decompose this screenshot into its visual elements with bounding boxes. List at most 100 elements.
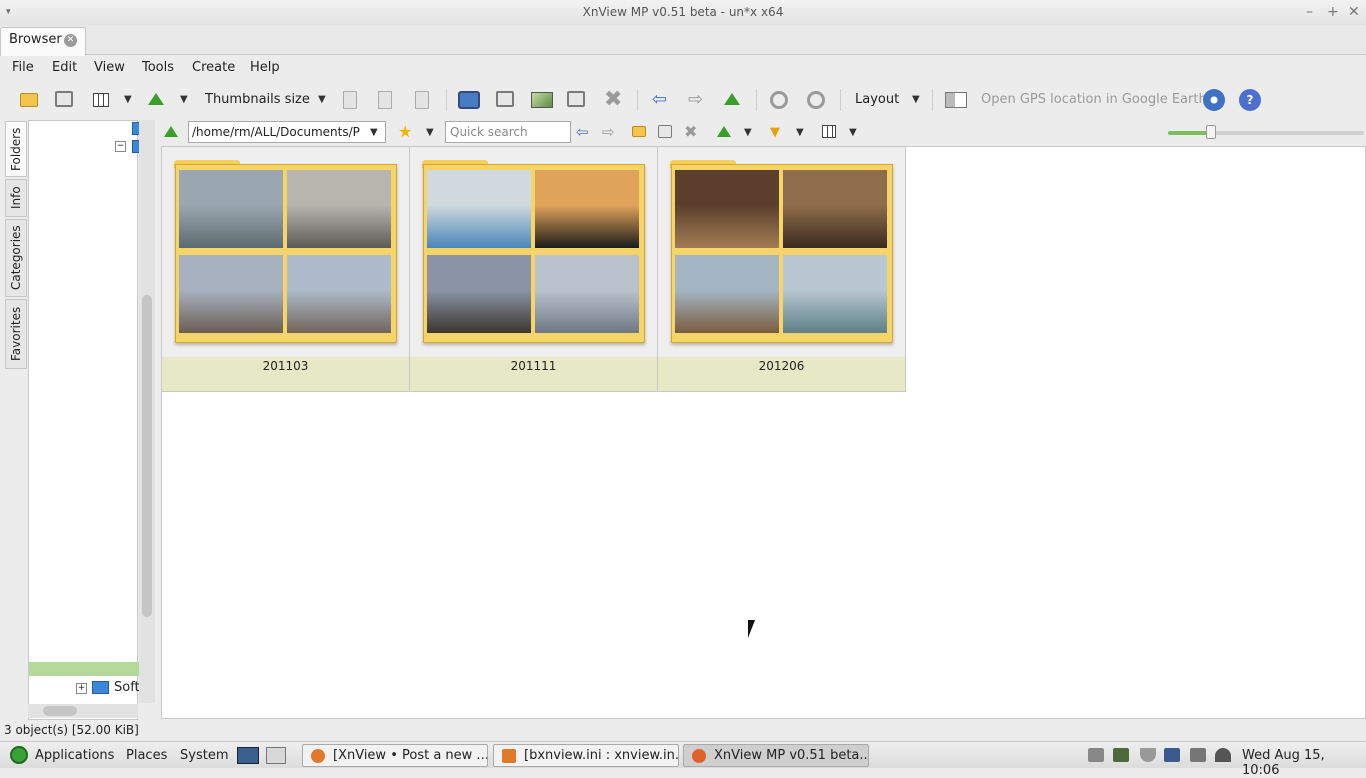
- shield-icon[interactable]: [1140, 748, 1156, 762]
- wifi-icon[interactable]: [1215, 748, 1231, 762]
- favorite-dropdown-icon[interactable]: ▼: [426, 127, 434, 138]
- taskbar-item[interactable]: [bxnview.ini : xnview.in...: [493, 744, 679, 767]
- view-mode-icon[interactable]: [822, 125, 836, 138]
- delete-icon[interactable]: ✖: [684, 123, 697, 141]
- taskbar-item[interactable]: XnView MP v0.51 beta...: [683, 744, 869, 767]
- close-tab-icon[interactable]: ✕: [64, 34, 77, 47]
- launcher-icon[interactable]: [266, 747, 286, 764]
- settings-gear-icon[interactable]: [1203, 89, 1225, 111]
- forward-icon[interactable]: ⇨: [688, 91, 703, 109]
- layout-button[interactable]: Layout: [855, 92, 899, 107]
- copy-icon[interactable]: [343, 91, 357, 109]
- tab-categories[interactable]: Categories: [5, 219, 27, 297]
- refresh-icon[interactable]: [164, 126, 178, 137]
- view-mode-dropdown-icon[interactable]: ▼: [124, 94, 132, 105]
- window-menu-icon[interactable]: ▾: [6, 0, 11, 24]
- maximize-icon[interactable]: +: [1327, 0, 1339, 24]
- folder-tree-hscroll[interactable]: [28, 704, 138, 718]
- capture-icon[interactable]: [458, 91, 480, 109]
- volume-icon[interactable]: [1190, 748, 1206, 762]
- collapse-icon[interactable]: −: [115, 141, 126, 152]
- menu-file[interactable]: File: [12, 60, 34, 75]
- folder-thumbnail[interactable]: 201111: [410, 147, 658, 392]
- ibus-icon[interactable]: [1164, 748, 1180, 762]
- folder-name: 201111: [510, 359, 557, 373]
- rotate-right-icon[interactable]: [807, 91, 825, 109]
- new-folder-icon[interactable]: [20, 93, 38, 107]
- edit-icon[interactable]: [658, 125, 672, 138]
- folder-tree-item[interactable]: Soft: [114, 680, 140, 695]
- folder-tree-panel: − + Soft: [28, 120, 140, 720]
- places-menu[interactable]: Places: [126, 748, 167, 763]
- preview-photo: [535, 255, 639, 333]
- thumbnails-size-dropdown-icon[interactable]: ▼: [318, 94, 326, 105]
- window-title: XnView MP v0.51 beta - un*x x64: [582, 5, 784, 19]
- back-icon[interactable]: ⇦: [652, 91, 667, 109]
- tab-folders[interactable]: Folders: [5, 121, 27, 177]
- system-menu[interactable]: System: [180, 748, 228, 763]
- help-icon[interactable]: ?: [1239, 89, 1261, 111]
- sort-dropdown-icon[interactable]: ▼: [180, 94, 188, 105]
- minimize-icon[interactable]: –: [1306, 0, 1313, 24]
- tab-browser[interactable]: Browser ✕: [0, 27, 86, 56]
- tray-app-icon[interactable]: [1113, 748, 1129, 762]
- menu-create[interactable]: Create: [192, 60, 235, 75]
- thumbnails-size-button[interactable]: Thumbnails size: [205, 92, 310, 107]
- edit-icon[interactable]: [567, 91, 585, 107]
- paste-icon[interactable]: [415, 91, 429, 109]
- path-input[interactable]: /home/rm/ALL/Documents/P: [188, 121, 386, 143]
- path-dropdown-icon[interactable]: ▼: [370, 127, 378, 138]
- sort-icon[interactable]: [717, 126, 731, 137]
- filter-icon[interactable]: ▼: [770, 125, 780, 140]
- folder-tree-vscroll[interactable]: [139, 120, 155, 703]
- print-icon[interactable]: [378, 91, 392, 109]
- back-icon[interactable]: ⇦: [576, 123, 589, 141]
- zoom-slider-knob[interactable]: [1206, 125, 1217, 139]
- fullscreen-icon[interactable]: [55, 91, 73, 107]
- rotate-left-icon[interactable]: [770, 91, 788, 109]
- firefox-icon: [311, 749, 325, 763]
- folder-thumbnail[interactable]: 201103: [162, 147, 410, 392]
- view-mode-dropdown-icon[interactable]: ▼: [849, 127, 857, 138]
- mail-icon[interactable]: [1088, 748, 1104, 762]
- clock[interactable]: Wed Aug 15, 10:06: [1242, 748, 1366, 778]
- gps-button[interactable]: Open GPS location in Google Earth: [981, 92, 1207, 107]
- delete-icon[interactable]: ✖: [604, 89, 622, 111]
- address-bar: /home/rm/ALL/Documents/P ▼ ★ ▼ Quick sea…: [160, 120, 1366, 145]
- preview-photo: [427, 170, 531, 248]
- batch-convert-icon[interactable]: [496, 91, 514, 107]
- new-folder-icon[interactable]: [632, 126, 646, 137]
- forward-icon[interactable]: ⇨: [602, 123, 615, 141]
- sort-icon[interactable]: [148, 93, 164, 105]
- filter-dropdown-icon[interactable]: ▼: [796, 127, 804, 138]
- sort-dropdown-icon[interactable]: ▼: [744, 127, 752, 138]
- scroll-thumb[interactable]: [142, 295, 152, 617]
- menu-tools[interactable]: Tools: [142, 60, 174, 75]
- scroll-thumb[interactable]: [43, 706, 77, 716]
- favorite-star-icon[interactable]: ★: [398, 122, 412, 141]
- close-window-icon[interactable]: ✕: [1348, 0, 1360, 24]
- view-mode-icon[interactable]: [93, 93, 109, 107]
- menu-help[interactable]: Help: [250, 60, 280, 75]
- thumbnail-zoom-slider[interactable]: [1168, 125, 1364, 139]
- tab-favorites[interactable]: Favorites: [5, 299, 27, 369]
- gps-panel-icon[interactable]: [945, 92, 967, 108]
- expand-icon[interactable]: +: [76, 683, 87, 694]
- selected-folder-row[interactable]: [29, 662, 139, 676]
- quick-search-input[interactable]: Quick search: [445, 121, 571, 143]
- zoom-slider-fill: [1168, 131, 1212, 135]
- parent-folder-icon[interactable]: [724, 93, 740, 105]
- show-desktop-icon[interactable]: [237, 747, 259, 764]
- folder-thumbnail[interactable]: 201206: [658, 147, 906, 392]
- taskbar-item[interactable]: [XnView • Post a new ...: [302, 744, 488, 767]
- window-titlebar: ▾ XnView MP v0.51 beta - un*x x64 – + ✕: [0, 0, 1366, 25]
- menu-view[interactable]: View: [94, 60, 125, 75]
- taskbar-item-label: [XnView • Post a new ...: [333, 748, 488, 763]
- slideshow-icon[interactable]: [531, 92, 553, 108]
- tab-info[interactable]: Info: [5, 179, 27, 217]
- tab-row: Browser ✕: [0, 25, 1366, 56]
- applications-menu[interactable]: Applications: [35, 748, 114, 763]
- applications-logo-icon[interactable]: [10, 746, 28, 764]
- menu-edit[interactable]: Edit: [52, 60, 77, 75]
- layout-dropdown-icon[interactable]: ▼: [912, 94, 920, 105]
